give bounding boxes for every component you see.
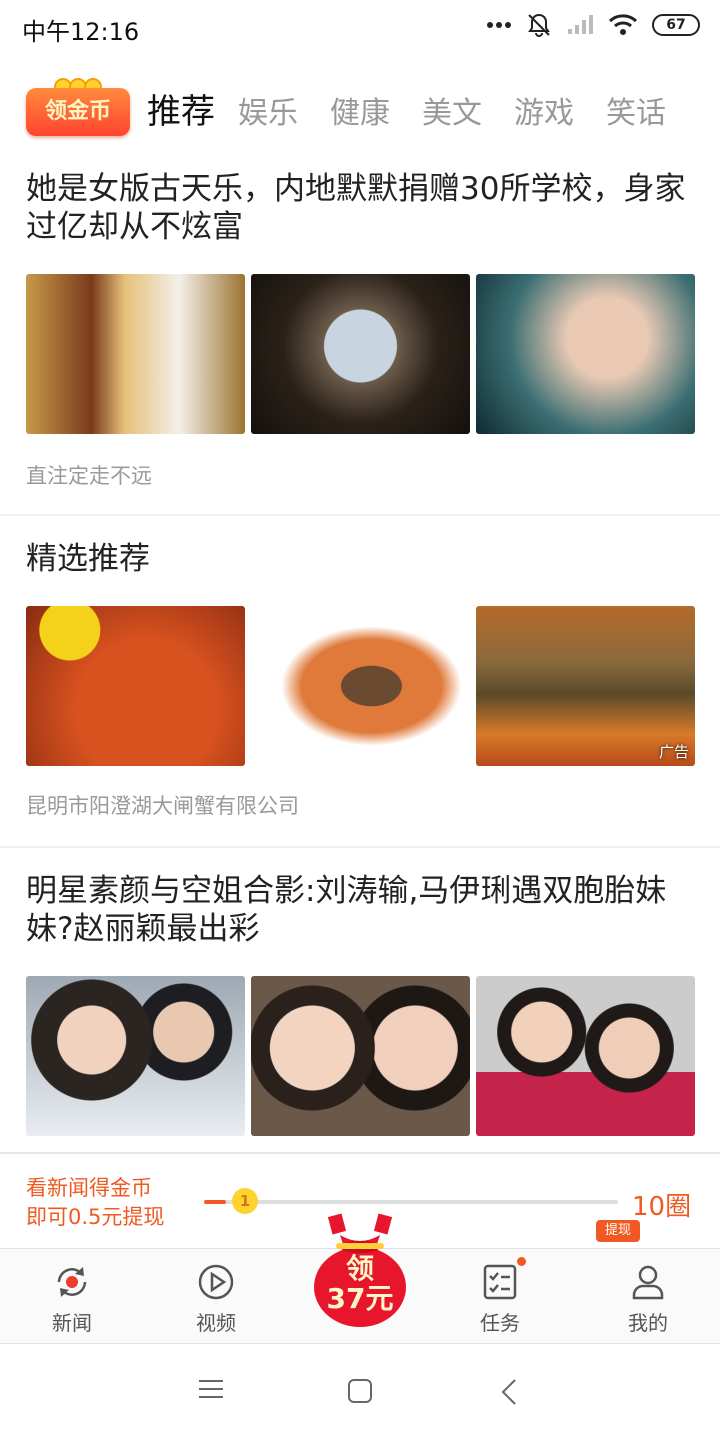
collect-coins-label: 领金币 [26,88,130,136]
profile-icon [632,1265,664,1300]
tab-recommend[interactable]: 推荐 [147,84,215,133]
thumbnail-image[interactable]: 广告 [476,606,695,766]
news-title[interactable]: 明星素颜与空姐合影:刘涛输,马伊琍遇双胞胎妹妹?赵丽颖最出彩 [26,872,696,948]
status-icons: 67 [486,12,700,38]
ad-title[interactable]: 精选推荐 [26,540,696,578]
menu-icon[interactable] [198,1378,224,1400]
tab-health[interactable]: 健康 [330,88,390,132]
thumbnail-image[interactable] [476,274,695,434]
nav-profile-label: 我的 [628,1311,668,1335]
wifi-icon [608,14,638,35]
thumbnail-image[interactable] [26,274,245,434]
news-refresh-icon [57,1267,87,1297]
news-source: 直注定走不远 [26,464,152,488]
thumbnail-image[interactable] [251,274,470,434]
category-tabs: 领金币 推荐 娱乐 健康 美文 游戏 笑话 [0,70,720,146]
collect-coins-button[interactable]: 领金币 [26,78,130,136]
reward-line-1: 看新闻得金币 [26,1176,152,1200]
thumbnail-image[interactable] [251,976,470,1136]
nav-tasks[interactable]: 任务 [450,1257,550,1336]
reward-progress-fill [204,1200,226,1204]
home-icon[interactable] [347,1378,373,1404]
news-thumbnails [26,274,695,434]
news-title[interactable]: 她是女版古天乐，内地默默捐赠30所学校，身家过亿却从不炫富 [26,170,696,246]
thumbnail-image[interactable] [26,606,245,766]
news-thumbnails [26,976,695,1136]
tab-jokes[interactable]: 笑话 [606,88,666,132]
money-bag-reward[interactable]: 领 37元 [300,1213,420,1333]
thumbnail-image[interactable] [26,976,245,1136]
tab-games[interactable]: 游戏 [514,88,574,132]
nav-news[interactable]: 新闻 [22,1263,122,1336]
system-nav-bar [0,1344,720,1440]
more-dots-icon [487,22,511,28]
reward-line-2: 即可0.5元提现 [26,1205,165,1229]
thumbnail-image[interactable] [251,606,470,766]
tab-essays[interactable]: 美文 [422,88,482,132]
withdraw-button[interactable]: 提现 [596,1220,640,1242]
laps-count: 10圈 [632,1192,692,1222]
ad-label: 广告 [658,743,689,761]
money-bag-line-2: 37元 [326,1282,394,1315]
ad-thumbnails: 广告 [26,606,695,766]
ad-source: 昆明市阳澄湖大闸蟹有限公司 [26,794,299,818]
reward-progress-track: 1 [204,1188,618,1214]
nav-video-label: 视频 [196,1311,236,1335]
thumbnail-image[interactable] [476,976,695,1136]
tab-entertainment[interactable]: 娱乐 [238,88,298,132]
status-bar: 中午12:16 67 [0,0,720,54]
reward-text: 看新闻得金币 即可0.5元提现 [26,1174,164,1232]
video-play-icon [198,1264,234,1300]
nav-tasks-label: 任务 [480,1311,520,1335]
reward-progress-knob: 1 [232,1188,258,1214]
nav-video[interactable]: 视频 [166,1263,266,1336]
status-time: 中午12:16 [22,18,140,46]
back-icon[interactable] [500,1378,518,1406]
bottom-nav: 新闻 视频 领 37元 任务 我的 [0,1213,720,1344]
divider [0,514,720,516]
task-checklist-icon [483,1264,517,1300]
notification-dot [517,1257,526,1266]
battery-icon: 67 [652,14,700,36]
nav-profile[interactable]: 我的 [598,1263,698,1336]
mute-bell-icon [528,13,550,37]
nav-news-label: 新闻 [52,1311,92,1335]
signal-icon [568,15,593,34]
divider [0,846,720,848]
